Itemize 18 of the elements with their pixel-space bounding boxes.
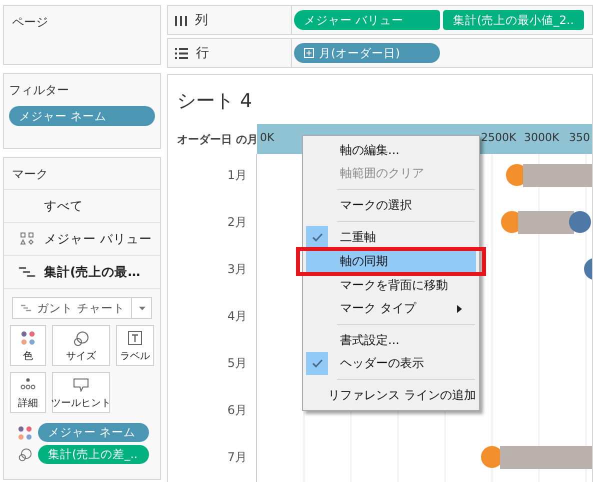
sheet-title: シート 4 (176, 89, 254, 112)
row-label: 1月 (227, 167, 247, 184)
row-label: 4月 (227, 308, 247, 325)
card-title: ページ (12, 14, 48, 31)
row-label: 6月 (227, 402, 247, 419)
card-title: マーク (4, 158, 160, 190)
row-label: 7月 (227, 449, 247, 466)
axis-tick-label: 3000K (524, 131, 560, 144)
shelf-label: 行 (196, 45, 209, 62)
axis-tick-label: 350 (569, 131, 590, 144)
row-label: 5月 (227, 355, 247, 372)
axis-tick-label: 0K (260, 131, 274, 144)
card-title: フィルター (9, 82, 69, 99)
row-label: 3月 (227, 261, 247, 278)
row-header: オーダー日 の月 (176, 132, 257, 146)
row-label: 2月 (227, 214, 247, 231)
shelf-label: 列 (195, 12, 208, 29)
axis-tick-label: 2500K (481, 131, 516, 144)
